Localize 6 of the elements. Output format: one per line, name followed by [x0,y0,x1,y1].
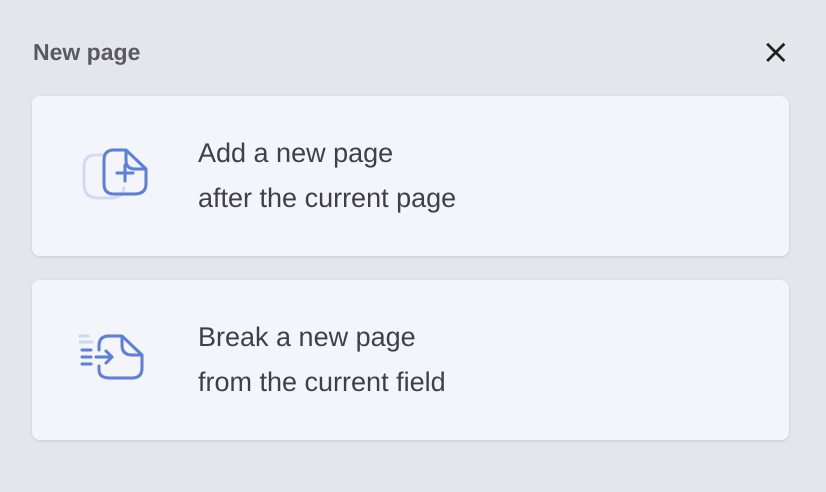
option-text: Add a new page after the current page [198,137,456,215]
close-button[interactable]: × [760,35,792,69]
panel-title: New page [33,38,140,66]
option-card[interactable]: Break a new page from the current field [32,280,789,440]
option-text: Break a new page from the current field [198,321,446,399]
option-card[interactable]: Add a new page after the current page [32,96,789,256]
